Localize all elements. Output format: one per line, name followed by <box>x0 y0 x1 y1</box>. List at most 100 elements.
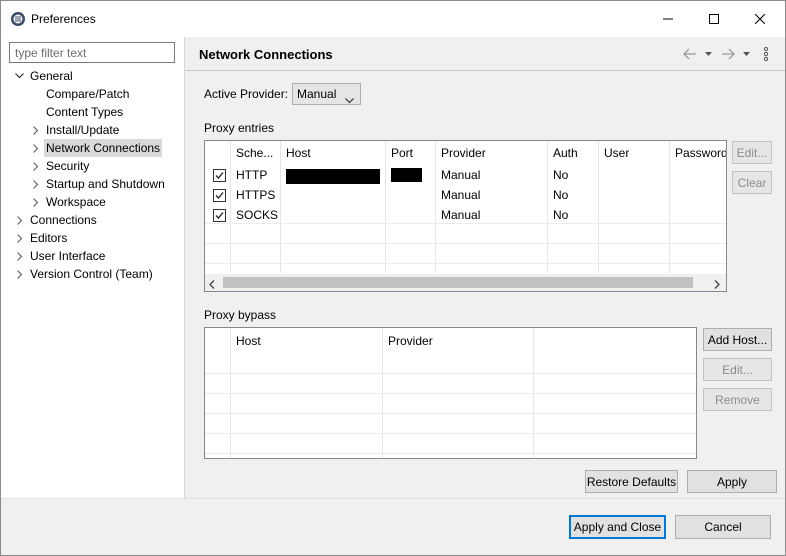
redacted-port <box>391 168 422 182</box>
close-icon <box>755 14 765 24</box>
restore-defaults-button[interactable]: Restore Defaults <box>585 470 678 493</box>
scheme-cell: HTTP <box>236 168 268 182</box>
chevron-right-icon[interactable] <box>31 121 41 139</box>
tree-item-workspace[interactable]: Workspace <box>1 193 185 211</box>
tree-item-label: Version Control (Team) <box>30 267 153 281</box>
edit-proxy-button[interactable]: Edit... <box>732 141 772 164</box>
page-header: Network Connections <box>186 37 785 71</box>
column-header-provider[interactable]: Provider <box>388 331 433 351</box>
add-host-button[interactable]: Add Host... <box>703 328 772 351</box>
redacted-host <box>286 169 380 184</box>
column-header-user[interactable]: User <box>604 143 629 163</box>
checkmark-icon <box>215 172 224 179</box>
chevron-down-icon <box>345 90 354 110</box>
provider-cell: Manual <box>441 208 481 222</box>
tree-item-general[interactable]: General <box>1 67 185 85</box>
scroll-right-icon[interactable] <box>714 278 720 291</box>
maximize-icon <box>709 14 719 24</box>
preference-page: Network Connections Active Provider: Man… <box>186 37 785 498</box>
maximize-button[interactable] <box>691 1 737 37</box>
chevron-right-icon[interactable] <box>15 265 25 283</box>
active-provider-value: Manual <box>297 87 337 101</box>
tree-item-label: Network Connections <box>44 139 163 157</box>
tree-item-label: Content Types <box>46 105 124 119</box>
tree-item-version-control[interactable]: Version Control (Team) <box>1 265 185 283</box>
forward-dropdown-icon[interactable] <box>743 46 750 62</box>
tree-item-label: Compare/Patch <box>46 87 130 101</box>
filter-input[interactable] <box>9 42 175 63</box>
window-title: Preferences <box>31 12 96 26</box>
proxy-bypass-label: Proxy bypass <box>204 308 277 322</box>
tree-item-connections[interactable]: Connections <box>1 211 185 229</box>
tree-item-install-update[interactable]: Install/Update <box>1 121 185 139</box>
close-button[interactable] <box>737 1 783 37</box>
chevron-right-icon[interactable] <box>15 229 25 247</box>
chevron-right-icon[interactable] <box>31 175 41 193</box>
chevron-right-icon[interactable] <box>31 157 41 175</box>
column-header-scheme[interactable]: Sche... <box>236 143 273 163</box>
column-header-password[interactable]: Password <box>675 143 726 163</box>
tree-item-label: Security <box>46 159 90 173</box>
title-bar: Preferences <box>1 1 785 37</box>
view-menu-icon[interactable] <box>763 46 769 62</box>
minimize-button[interactable] <box>645 1 691 37</box>
chevron-right-icon[interactable] <box>15 247 25 265</box>
auth-cell: No <box>553 168 569 182</box>
provider-cell: Manual <box>441 188 481 202</box>
tree-item-label: Startup and Shutdown <box>46 177 165 191</box>
checkmark-icon <box>215 212 224 219</box>
tree-item-label: Install/Update <box>46 123 120 137</box>
chevron-right-icon[interactable] <box>31 193 41 211</box>
back-arrow-icon[interactable] <box>683 46 697 62</box>
preferences-window: Preferences General Compare/Patch Conten… <box>0 0 786 556</box>
active-provider-select[interactable]: Manual <box>292 83 361 105</box>
scheme-cell: HTTPS <box>236 188 276 202</box>
apply-and-close-button[interactable]: Apply and Close <box>569 515 666 539</box>
horizontal-scrollbar[interactable] <box>205 274 726 291</box>
checkmark-icon <box>215 192 224 199</box>
preferences-tree-pane: General Compare/Patch Content Types Inst… <box>1 37 185 498</box>
column-header-provider[interactable]: Provider <box>441 143 486 163</box>
active-provider-label: Active Provider: <box>204 87 289 101</box>
chevron-right-icon[interactable] <box>31 139 41 157</box>
proxy-bypass-table[interactable]: Host Provider <box>204 327 697 459</box>
column-header-host[interactable]: Host <box>286 143 311 163</box>
proxy-entries-table[interactable]: Sche... Host Port Provider Auth User Pas… <box>204 140 727 292</box>
page-title: Network Connections <box>199 47 333 62</box>
chevron-down-icon[interactable] <box>14 67 24 85</box>
tree-item-compare-patch[interactable]: Compare/Patch <box>1 85 185 103</box>
enable-checkbox[interactable] <box>213 189 226 202</box>
column-header-auth[interactable]: Auth <box>553 143 578 163</box>
proxy-entries-label: Proxy entries <box>204 121 275 135</box>
eclipse-icon <box>10 11 26 27</box>
column-header-port[interactable]: Port <box>391 143 413 163</box>
tree-item-editors[interactable]: Editors <box>1 229 185 247</box>
enable-checkbox[interactable] <box>213 169 226 182</box>
provider-cell: Manual <box>441 168 481 182</box>
column-header-host[interactable]: Host <box>236 331 261 351</box>
scheme-cell: SOCKS <box>236 208 279 222</box>
remove-bypass-button[interactable]: Remove <box>703 388 772 411</box>
tree-item-label: General <box>30 69 73 83</box>
tree-item-label: Editors <box>30 231 68 245</box>
tree-item-security[interactable]: Security <box>1 157 185 175</box>
auth-cell: No <box>553 208 569 222</box>
tree-item-user-interface[interactable]: User Interface <box>1 247 185 265</box>
scrollbar-thumb[interactable] <box>223 277 693 288</box>
apply-button[interactable]: Apply <box>687 470 777 493</box>
tree-item-content-types[interactable]: Content Types <box>1 103 185 121</box>
tree-item-label: Connections <box>30 213 97 227</box>
back-dropdown-icon[interactable] <box>705 46 712 62</box>
tree-item-label: User Interface <box>30 249 106 263</box>
cancel-button[interactable]: Cancel <box>675 515 771 539</box>
tree-item-startup-shutdown[interactable]: Startup and Shutdown <box>1 175 185 193</box>
chevron-right-icon[interactable] <box>15 211 25 229</box>
edit-bypass-button[interactable]: Edit... <box>703 358 772 381</box>
scroll-left-icon[interactable] <box>209 278 215 291</box>
forward-arrow-icon[interactable] <box>721 46 735 62</box>
minimize-icon <box>663 18 673 20</box>
clear-proxy-button[interactable]: Clear <box>732 171 772 194</box>
tree-item-label: Workspace <box>46 195 106 209</box>
tree-item-network-connections[interactable]: Network Connections <box>1 139 185 157</box>
enable-checkbox[interactable] <box>213 209 226 222</box>
